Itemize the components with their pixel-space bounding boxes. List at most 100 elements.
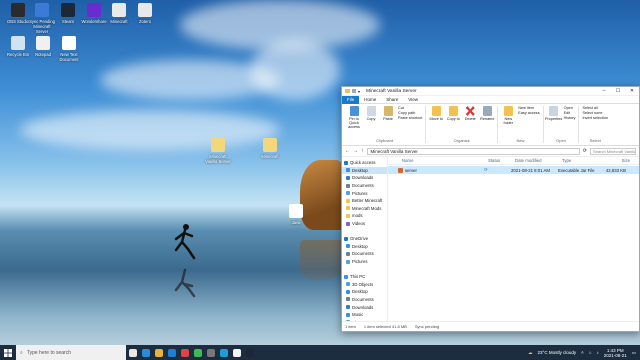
taskbar-app-button[interactable]	[178, 345, 191, 360]
edit-button[interactable]: Edit	[564, 111, 576, 115]
nav-item[interactable]: Downloads	[342, 303, 387, 311]
taskbar-app-button[interactable]	[139, 345, 152, 360]
tab-file[interactable]: File	[342, 95, 360, 104]
nav-item	[342, 227, 387, 235]
column-type[interactable]: Type	[562, 158, 602, 163]
nav-item[interactable]: Better Minecraft	[342, 197, 387, 205]
tab-view[interactable]: View	[403, 97, 423, 102]
pin-icon	[349, 106, 359, 116]
volume-icon[interactable]: ♪	[596, 350, 598, 355]
taskbar-app-button[interactable]	[152, 345, 165, 360]
navigation-pane[interactable]: Quick access Desktop Downloads Documents Pic…	[342, 157, 388, 321]
taskbar-app-button[interactable]	[126, 345, 139, 360]
taskbar-app-icon	[180, 348, 189, 357]
column-size[interactable]: Size	[602, 158, 630, 163]
open-button[interactable]: Open	[564, 106, 576, 110]
weather-icon[interactable]: ☁	[528, 350, 533, 356]
tab-home[interactable]: Home	[359, 97, 381, 102]
column-name[interactable]: Name	[402, 158, 488, 163]
paste-button[interactable]: Paste	[381, 106, 395, 138]
new-folder-button[interactable]: New folder	[501, 106, 515, 138]
taskbar-app-button[interactable]	[230, 345, 243, 360]
taskbar-app-button[interactable]	[165, 345, 178, 360]
refresh-icon[interactable]: ⟳	[583, 148, 587, 154]
taskbar-app-button[interactable]	[243, 345, 256, 360]
column-status[interactable]: Status	[488, 158, 515, 163]
network-icon[interactable]: ⌂	[589, 350, 592, 355]
delete-button[interactable]: Delete	[463, 106, 477, 138]
nav-item[interactable]: Music	[342, 311, 387, 319]
tab-share[interactable]: Share	[381, 97, 403, 102]
new-item-button[interactable]: New item	[518, 106, 539, 110]
chevron-up-icon[interactable]: ˄	[581, 350, 584, 355]
file-name: server	[405, 167, 417, 173]
wallpaper-rock-reflection	[300, 240, 345, 280]
nav-item[interactable]: 3D Objects	[342, 281, 387, 289]
nav-item[interactable]: Downloads	[342, 174, 387, 182]
chevron-down-icon[interactable]: ▾	[358, 89, 360, 94]
search-input[interactable]: Search Minecraft Vanilla Server	[590, 147, 636, 155]
nav-item[interactable]: Documents	[342, 182, 387, 190]
nav-item[interactable]: Desktop	[342, 166, 387, 175]
nav-item[interactable]: Pictures	[342, 189, 387, 197]
desktop-icon[interactable]: New Text Document	[54, 36, 84, 62]
notification-icon[interactable]: ▭	[632, 350, 636, 356]
paste-shortcut-button[interactable]: Paste shortcut	[398, 116, 422, 120]
maximize-button[interactable]: ☐	[611, 88, 625, 94]
pin-quick-access-button[interactable]: Pin to Quick access	[347, 106, 361, 138]
clock[interactable]: 1:43 PM 2021-08-21	[604, 348, 627, 358]
nav-item[interactable]: mods	[342, 212, 387, 220]
desktop-icon[interactable]: Java	[281, 204, 311, 225]
nav-item-label: mods	[352, 213, 363, 219]
taskbar-app-button[interactable]	[217, 345, 230, 360]
taskbar-app-button[interactable]	[191, 345, 204, 360]
cut-button[interactable]: Cut	[398, 106, 422, 110]
properties-button[interactable]: Properties	[545, 106, 562, 138]
desktop-icon[interactable]: Zotero	[130, 3, 160, 24]
easy-access-button[interactable]: Easy access	[518, 111, 539, 115]
desktop-icon[interactable]: Minecraft	[255, 138, 285, 159]
column-date-modified[interactable]: Date modified	[515, 158, 562, 163]
desktop-icon-label: OBS Studio	[7, 19, 29, 24]
organize-group: Move to Copy to Delete Rename Organize	[426, 106, 499, 143]
up-arrow-icon[interactable]: ↑	[361, 148, 364, 154]
minimize-button[interactable]: –	[597, 88, 611, 94]
taskbar-search-input[interactable]: ⌕ Type here to search	[16, 345, 126, 360]
nav-section[interactable]: Quick access	[342, 159, 387, 167]
title-bar[interactable]: ▾ Minecraft Vanilla Server – ☐ ✕	[342, 87, 639, 96]
file-explorer-window[interactable]: ▾ Minecraft Vanilla Server – ☐ ✕ File Ho…	[341, 86, 640, 332]
weather-text[interactable]: 23°C Mostly cloudy	[538, 350, 577, 355]
address-bar[interactable]: Minecraft Vanilla Server	[366, 147, 580, 155]
open-group: Properties Open Edit History Open	[544, 106, 580, 143]
nav-item[interactable]: Desktop	[342, 243, 387, 251]
nav-section[interactable]: OneDrive	[342, 235, 387, 243]
select-all-button[interactable]: Select all	[582, 106, 608, 110]
forward-arrow-icon[interactable]: →	[353, 148, 358, 154]
nav-item[interactable]: Pictures	[342, 258, 387, 266]
desktop-icon[interactable]: Minecraft Vanilla Server	[203, 138, 233, 164]
copy-to-button[interactable]: Copy to	[446, 106, 460, 138]
nav-item[interactable]: Documents	[342, 250, 387, 258]
nav-item[interactable]: Videos	[342, 220, 387, 228]
quick-access-toolbar-icon[interactable]	[352, 89, 356, 93]
history-button[interactable]: History	[564, 116, 576, 120]
nav-item[interactable]: Documents	[342, 296, 387, 304]
rename-button[interactable]: Rename	[480, 106, 494, 138]
move-to-icon	[431, 106, 441, 116]
back-arrow-icon[interactable]: ←	[345, 148, 350, 154]
taskbar-app-button[interactable]	[204, 345, 217, 360]
copy-path-button[interactable]: Copy path	[398, 111, 422, 115]
nav-item[interactable]: Desktop	[342, 288, 387, 296]
move-to-button[interactable]: Move to	[429, 106, 443, 138]
close-button[interactable]: ✕	[625, 88, 639, 94]
start-button[interactable]	[0, 345, 16, 360]
nav-item[interactable]: Minecraft Mods	[342, 205, 387, 213]
nav-item[interactable]: Pictures	[342, 318, 387, 321]
invert-selection-button[interactable]: Invert selection	[582, 116, 608, 120]
copy-button[interactable]: Copy	[364, 106, 378, 138]
select-none-button[interactable]: Select none	[582, 111, 608, 115]
table-row[interactable]: server ⟳ 2021-08-21 8:01 AM Executable J…	[388, 166, 639, 174]
nav-section[interactable]: This PC	[342, 273, 387, 281]
nav-item-label: Videos	[352, 221, 366, 227]
file-list[interactable]: Name Status Date modified Type Size serv…	[388, 157, 639, 321]
